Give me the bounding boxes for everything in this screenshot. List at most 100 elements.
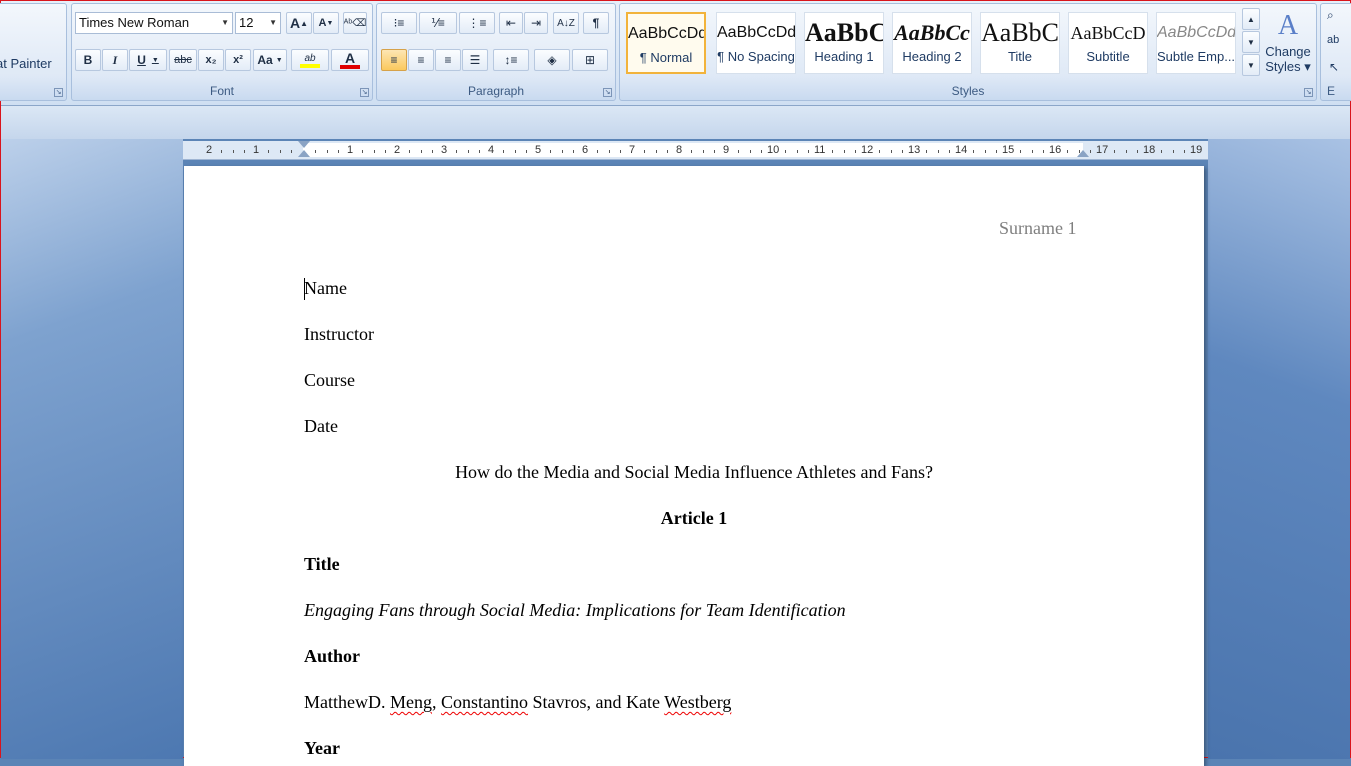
shrink-font-button[interactable]: A ▼ [313, 12, 339, 34]
paragraph-dialog-launcher[interactable]: ↘ [603, 88, 612, 97]
align-center-button[interactable]: ≡ [408, 49, 434, 71]
find-icon[interactable]: ⌕ [1327, 8, 1334, 23]
subscript-button[interactable]: x₂ [198, 49, 224, 71]
select-icon[interactable]: ↖ [1329, 60, 1339, 74]
paragraph-group-label: Paragraph [467, 84, 525, 98]
ruler-tick-mark [644, 150, 645, 153]
font-family-value: Times New Roman [79, 15, 190, 30]
align-left-button[interactable]: ≡ [381, 49, 407, 71]
increase-indent-icon: ⇥ [530, 16, 542, 30]
grow-font-button[interactable]: A ▲ [286, 12, 312, 34]
style-no-spacing[interactable]: AaBbCcDd ¶ No Spacing [716, 12, 796, 74]
ruler-tick-mark [280, 150, 281, 153]
ruler-tick-mark [573, 150, 574, 153]
bullets-button[interactable]: ⁝≡ [381, 12, 417, 34]
increase-indent-button[interactable]: ⇥ [524, 12, 548, 34]
ruler-number: 17 [1096, 144, 1109, 156]
styles-scroll-up[interactable]: ▲ [1242, 8, 1260, 30]
underline-label: U [137, 53, 146, 67]
style-normal[interactable]: AaBbCcDd ¶ Normal [626, 12, 706, 74]
multilevel-list-button[interactable]: ⋮≡ [459, 12, 495, 34]
justify-button[interactable]: ☰ [462, 49, 488, 71]
ruler-tick-mark [468, 150, 469, 153]
ruler-tick-mark [479, 150, 480, 153]
ruler-tick-mark [233, 150, 234, 153]
change-styles-button[interactable]: A Change Styles ▾ [1262, 8, 1314, 84]
replace-icon[interactable]: ab [1327, 34, 1339, 46]
left-indent-marker[interactable] [298, 150, 310, 157]
styles-dialog-launcher[interactable]: ↘ [1304, 88, 1313, 97]
style-name: Heading 2 [902, 49, 962, 64]
ruler-tick-mark [620, 150, 621, 153]
ruler-tick-mark [609, 150, 610, 153]
ruler-tick-mark [291, 150, 292, 153]
ruler-tick-mark [902, 150, 903, 153]
style-title[interactable]: AaBbC Title [980, 12, 1060, 74]
article-title: Engaging Fans through Social Media: Impl… [304, 600, 846, 620]
editing-group-label: E [1327, 84, 1336, 98]
font-dialog-launcher[interactable]: ↘ [360, 88, 369, 97]
page-header: Surname 1 [999, 218, 1077, 238]
font-size-select[interactable]: 12 ▼ [235, 12, 281, 34]
ruler-tick-mark [432, 150, 433, 153]
style-heading-1[interactable]: AaBbC Heading 1 [804, 12, 884, 74]
format-painter-button[interactable]: at Painter [0, 56, 52, 71]
underline-button[interactable]: U ▼ [129, 49, 167, 71]
ruler-number: 5 [535, 144, 542, 156]
borders-icon: ⊞ [584, 53, 596, 67]
styles-scroll-down[interactable]: ▼ [1242, 31, 1260, 53]
styles-more[interactable]: ▼ [1242, 54, 1260, 76]
sort-button[interactable]: A↓Z [553, 12, 579, 34]
ruler-tick-mark [526, 150, 527, 153]
author-text: , [431, 692, 441, 712]
workspace-left-background [1, 139, 183, 759]
align-right-button[interactable]: ≡ [435, 49, 461, 71]
bold-button[interactable]: B [75, 49, 101, 71]
decrease-indent-button[interactable]: ⇤ [499, 12, 523, 34]
styles-group: AaBbCcDd ¶ Normal AaBbCcDd ¶ No Spacing … [619, 3, 1317, 101]
clear-formatting-button[interactable]: ᴬᵇ⌫ [343, 12, 367, 34]
ruler-tick-mark [1032, 150, 1033, 153]
font-family-select[interactable]: Times New Roman ▼ [75, 12, 233, 34]
ruler-tick-mark [597, 150, 598, 153]
font-color-button[interactable]: A [331, 49, 369, 71]
paint-bucket-icon: ◈ [547, 53, 557, 67]
font-color-icon: A [344, 49, 356, 66]
ruler-tick-mark [714, 150, 715, 153]
decrease-indent-icon: ⇤ [505, 16, 517, 30]
ruler-number: 19 [1190, 144, 1203, 156]
style-heading-2[interactable]: AaBbCc Heading 2 [892, 12, 972, 74]
ruler-tick-mark [1126, 150, 1127, 153]
first-line-indent-marker[interactable] [298, 141, 310, 148]
strikethrough-button[interactable]: abc [169, 49, 197, 71]
superscript-button[interactable]: x² [225, 49, 251, 71]
show-formatting-button[interactable]: ¶ [583, 12, 609, 34]
highlight-color-button[interactable]: ab [291, 49, 329, 71]
editing-group: ⌕ ab ↖ E [1320, 3, 1351, 101]
right-indent-marker[interactable] [1077, 150, 1089, 157]
line-spacing-button[interactable]: ↕≡ [493, 49, 529, 71]
italic-button[interactable]: I [102, 49, 128, 71]
ruler-tick-mark [1161, 150, 1162, 153]
title-label: Title [304, 554, 340, 574]
style-subtitle[interactable]: AaBbCcD Subtitle [1068, 12, 1148, 74]
style-sample: AaBbCc [894, 20, 970, 45]
style-subtle-emphasis[interactable]: AaBbCcDd Subtle Emp... [1156, 12, 1236, 74]
ruler-tick-mark [1184, 150, 1185, 153]
clipboard-dialog-launcher[interactable]: ↘ [54, 88, 63, 97]
ruler-number: 9 [723, 144, 730, 156]
shading-button[interactable]: ◈ [534, 49, 570, 71]
ruler-number: 8 [676, 144, 683, 156]
align-right-icon: ≡ [444, 53, 452, 67]
ruler-tick-mark [797, 150, 798, 153]
chevron-up-icon: ▲ [1247, 14, 1255, 24]
document-page[interactable]: Surname 1 Name Instructor Course Date Ho… [184, 166, 1204, 766]
borders-button[interactable]: ⊞ [572, 49, 608, 71]
change-case-button[interactable]: Aa ▼ [253, 49, 287, 71]
line-spacing-icon: ↕≡ [504, 53, 518, 67]
ruler-number: 11 [814, 144, 826, 156]
numbering-button[interactable]: ⅟≡ [419, 12, 457, 34]
highlight-icon: ab [304, 52, 316, 64]
ruler-tick-mark [938, 150, 939, 153]
horizontal-ruler[interactable]: 2 1 1 2 3 4 5 6 7 8 9 10 11 12 13 14 15 16 17 18 19 [183, 141, 1208, 160]
